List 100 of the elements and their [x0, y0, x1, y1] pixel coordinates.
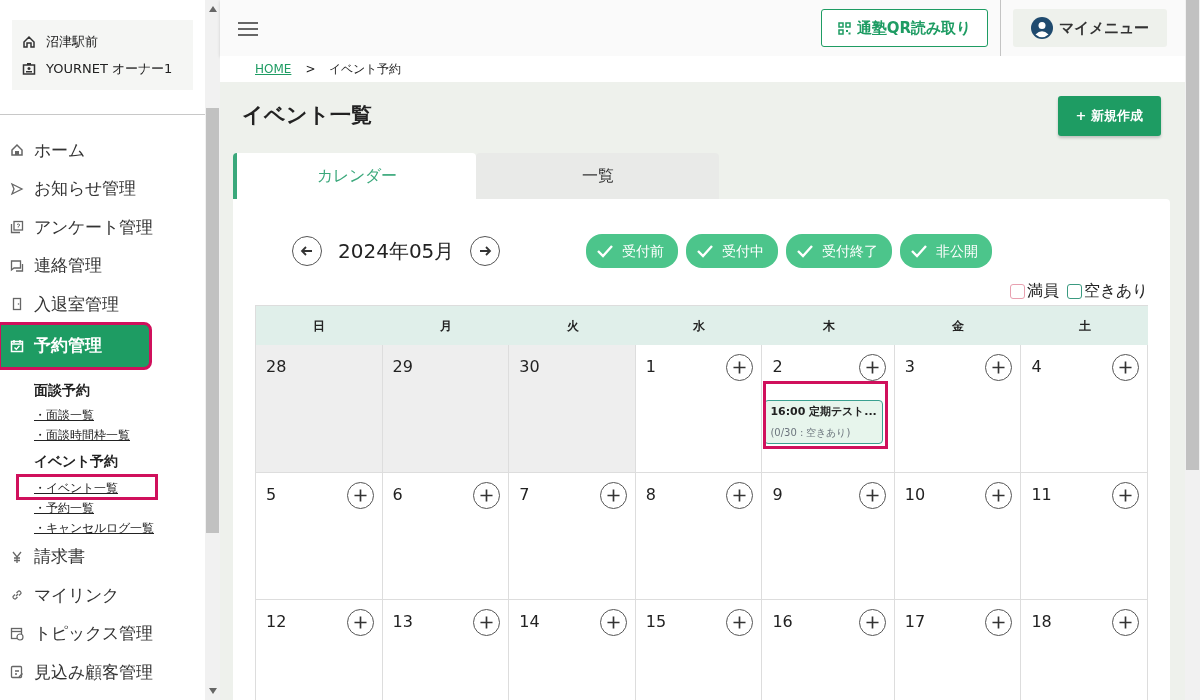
day-number: 12 — [266, 611, 287, 633]
day-number: 13 — [392, 611, 413, 633]
arrow-right-icon — [478, 244, 493, 258]
document-clock-icon — [10, 626, 24, 641]
nav-item[interactable]: アンケート管理 — [0, 208, 205, 247]
qr-code-icon — [837, 21, 851, 35]
submenu-link[interactable]: ・予約一覧 — [34, 497, 94, 518]
day-number: 15 — [645, 611, 667, 633]
add-event-button[interactable] — [346, 609, 374, 636]
calendar-check-icon — [10, 338, 24, 353]
event-title: 16:00 定期テスト... — [770, 404, 877, 420]
submenu-heading: 面談予約 — [34, 380, 91, 400]
add-event-button[interactable] — [985, 609, 1013, 636]
id-card-icon — [22, 61, 36, 76]
day-number: 3 — [904, 356, 915, 378]
month-label: 2024年05月 — [338, 238, 455, 265]
day-number: 28 — [266, 356, 287, 378]
add-event-button[interactable] — [726, 354, 754, 381]
day-number: 7 — [519, 483, 530, 506]
day-number: 10 — [904, 483, 926, 506]
add-event-button[interactable] — [858, 354, 886, 381]
user-name: YOURNET オーナー1 — [46, 59, 173, 78]
legend-label: 満員 — [1027, 280, 1059, 302]
door-icon — [10, 297, 24, 312]
weekday-header: 土 — [1021, 305, 1148, 345]
weekday-header: 木 — [762, 305, 895, 345]
day-number: 5 — [266, 483, 277, 506]
checkmark-icon — [596, 244, 615, 258]
submenu-link[interactable]: ・面談一覧 — [34, 404, 94, 425]
nav-item[interactable]: 見込み顧客管理 — [0, 653, 205, 692]
new-event-button[interactable]: + 新規作成 — [1057, 96, 1161, 136]
day-number: 14 — [519, 611, 540, 633]
legend-label: 空きあり — [1084, 280, 1148, 302]
add-event-button[interactable] — [985, 354, 1013, 381]
day-number: 2 — [772, 356, 783, 378]
add-event-button[interactable] — [1112, 481, 1139, 509]
next-month-button[interactable] — [470, 236, 501, 266]
nav-item[interactable]: ホーム — [0, 131, 205, 170]
submenu-link[interactable]: ・面談時間枠一覧 — [34, 424, 130, 445]
submenu-link[interactable]: ・キャンセルログ一覧 — [34, 517, 154, 538]
sidebar-scrollbar[interactable] — [205, 0, 220, 700]
link-icon — [10, 588, 24, 603]
nav-item[interactable]: 予約管理 — [0, 323, 150, 368]
day-number: 18 — [1031, 611, 1052, 633]
checkmark-icon — [910, 244, 929, 258]
add-event-button[interactable] — [473, 481, 501, 509]
day-number: 17 — [904, 611, 926, 633]
add-event-button[interactable] — [346, 481, 374, 509]
triangle-icon — [10, 181, 24, 196]
nav-item[interactable]: 連絡管理 — [0, 246, 205, 285]
home-icon — [10, 143, 24, 158]
my-menu-button[interactable]: マイメニュー — [1013, 9, 1167, 47]
nav-item[interactable]: お知らせ管理 — [0, 169, 205, 208]
add-event-button[interactable] — [599, 481, 627, 509]
checkmark-icon — [796, 244, 815, 258]
add-event-button[interactable] — [726, 481, 754, 509]
scroll-down-icon[interactable] — [208, 688, 217, 694]
weekday-header: 金 — [894, 305, 1022, 345]
add-event-button[interactable] — [985, 481, 1013, 509]
arrow-left-icon — [300, 244, 314, 258]
tab[interactable]: 一覧 — [476, 153, 719, 199]
previous-month-button[interactable] — [292, 236, 322, 266]
weekday-header: 日 — [256, 305, 383, 345]
day-number: 4 — [1031, 356, 1042, 378]
breadcrumb-link[interactable]: HOME — [255, 60, 292, 78]
page-scrollbar[interactable] — [1185, 0, 1200, 700]
breadcrumb-separator: > — [305, 61, 316, 78]
nav-item[interactable]: マイリンク — [0, 576, 205, 615]
submenu-link[interactable]: ・イベント一覧 — [18, 475, 156, 498]
day-number: 6 — [392, 483, 403, 506]
day-number: 29 — [392, 356, 413, 378]
day-number: 9 — [772, 483, 783, 506]
event-chip[interactable]: 16:00 定期テスト... (0/30 : 空きあり) — [764, 400, 883, 444]
chat-icon — [10, 258, 24, 273]
event-capacity: (0/30 : 空きあり) — [770, 425, 852, 440]
weekday-header: 火 — [509, 305, 636, 345]
document-pen-icon — [10, 665, 24, 680]
nav-item[interactable]: 請求書 — [0, 537, 205, 576]
day-number: 11 — [1031, 483, 1052, 506]
breadcrumb-current: イベント予約 — [329, 61, 402, 78]
day-number: 30 — [519, 356, 540, 378]
user-avatar-icon — [1031, 17, 1053, 39]
add-event-button[interactable] — [1112, 609, 1139, 636]
add-event-button[interactable] — [858, 609, 886, 636]
add-event-button[interactable] — [1112, 354, 1139, 381]
day-number: 1 — [645, 356, 656, 378]
add-event-button[interactable] — [726, 609, 754, 636]
add-event-button[interactable] — [473, 609, 501, 636]
add-event-button[interactable] — [858, 481, 886, 509]
school-name: 沼津駅前 — [46, 32, 98, 51]
qr-scan-button[interactable]: 通塾QR読み取り — [820, 9, 988, 47]
scroll-up-icon[interactable] — [208, 6, 217, 12]
weekday-header: 水 — [635, 305, 763, 345]
day-number: 16 — [772, 611, 793, 633]
nav-item[interactable]: 入退室管理 — [0, 285, 205, 324]
add-event-button[interactable] — [599, 609, 627, 636]
nav-item[interactable]: トピックス管理 — [0, 614, 205, 653]
checkmark-icon — [696, 244, 715, 258]
weekday-header: 月 — [382, 305, 510, 345]
page-title: イベント一覧 — [242, 103, 372, 129]
